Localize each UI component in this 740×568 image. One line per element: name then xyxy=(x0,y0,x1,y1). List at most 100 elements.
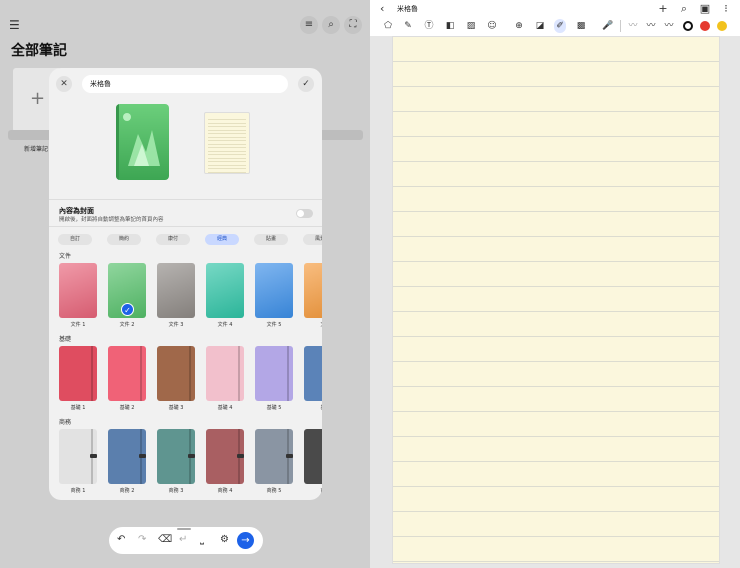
search-icon[interactable]: ⌕ xyxy=(322,16,340,34)
expand-icon[interactable]: ⛶ xyxy=(344,16,362,34)
color-yellow-swatch[interactable] xyxy=(717,21,727,31)
stroke-medium-icon[interactable]: 〰 xyxy=(645,19,657,33)
toolbar-separator xyxy=(620,20,621,32)
shapes-icon[interactable]: ◧ xyxy=(444,19,456,33)
pen-tool-icon[interactable]: ✎ xyxy=(402,19,414,33)
ruled-line xyxy=(393,561,719,562)
paper-line xyxy=(208,171,246,173)
redo-icon[interactable]: ↷ xyxy=(138,534,146,546)
highlighter-icon[interactable]: ✐ xyxy=(554,19,566,33)
cover-caption: 商 xyxy=(304,487,322,494)
cover-option[interactable]: 基礎 4 xyxy=(206,346,244,411)
pattern-icon[interactable]: ▩ xyxy=(575,19,587,33)
zoom-icon[interactable]: ⊕ xyxy=(513,19,525,33)
lined-page[interactable] xyxy=(392,36,720,564)
back-icon[interactable]: ‹ xyxy=(380,2,384,15)
paper-line xyxy=(208,147,246,148)
cover-option[interactable]: 基礎 5 xyxy=(255,346,293,411)
category-chip[interactable]: 簡約 xyxy=(107,234,141,245)
cover-clasp xyxy=(139,454,146,458)
cover-option[interactable]: 基礎 2 xyxy=(108,346,146,411)
paper-line xyxy=(208,136,246,138)
cover-option[interactable]: 商 xyxy=(304,429,322,494)
cover-caption: 商務 2 xyxy=(119,488,135,494)
cover-option[interactable]: 商務 4 xyxy=(206,429,244,494)
microphone-icon[interactable]: 🎤 xyxy=(602,19,614,33)
cover-option[interactable]: 商務 2 xyxy=(108,429,146,494)
cover-thumbnail xyxy=(59,346,97,401)
cover-thumbnail xyxy=(206,346,244,401)
cover-caption: 基礎 4 xyxy=(217,405,233,411)
note-name-input[interactable] xyxy=(82,75,288,93)
category-chip[interactable]: 康付 xyxy=(156,234,190,245)
eraser-icon[interactable]: ◪ xyxy=(534,19,546,33)
send-icon[interactable]: → xyxy=(237,532,254,549)
cover-caption: 文件 3 xyxy=(168,322,184,328)
ruled-line xyxy=(393,111,719,112)
cover-option[interactable]: 基礎 3 xyxy=(157,346,195,411)
cover-option[interactable]: 商務 5 xyxy=(255,429,293,494)
category-chip[interactable]: 經典 xyxy=(205,234,239,245)
cover-band xyxy=(189,346,191,401)
cover-option[interactable]: 文件 4 xyxy=(206,263,244,328)
category-chip[interactable]: 風景 xyxy=(303,234,322,245)
cover-picker-dialog: ✕ ✓ 內容為封面 開啟後，封面將自動調整為筆記的首頁內容 自訂簡約 xyxy=(49,68,322,500)
color-red-swatch[interactable] xyxy=(700,21,710,31)
color-black-swatch[interactable] xyxy=(683,21,693,31)
more-icon[interactable]: ⁝ xyxy=(720,2,732,16)
cover-option[interactable]: 文件 3 xyxy=(157,263,195,328)
input-toolbar: ↶ ↷ ⌫ ↵ ⎵ ⚙ → xyxy=(109,527,263,554)
image-icon[interactable]: ▨ xyxy=(465,19,477,33)
list-icon[interactable]: ≡ xyxy=(300,16,318,34)
undo-icon[interactable]: ↶ xyxy=(117,534,125,546)
confirm-icon[interactable]: ✓ xyxy=(298,76,314,92)
cover-clasp xyxy=(237,454,244,458)
sticker-icon[interactable]: ☺ xyxy=(486,19,498,33)
cover-thumbnail xyxy=(304,346,322,401)
cover-caption: 文 xyxy=(304,321,322,328)
ruled-line xyxy=(393,86,719,87)
cover-caption: 基礎 5 xyxy=(266,405,282,411)
ruled-line xyxy=(393,361,719,362)
cover-option[interactable]: 基 xyxy=(304,346,322,411)
text-box-icon[interactable]: Ⓣ xyxy=(423,19,435,33)
cover-caption: 基 xyxy=(304,404,322,411)
drag-handle[interactable] xyxy=(177,528,191,530)
settings-icon[interactable]: ⚙ xyxy=(220,534,229,546)
search-icon[interactable]: ⌕ xyxy=(678,2,690,16)
cover-thumbnail xyxy=(59,263,97,318)
cover-thumbnail xyxy=(108,346,146,401)
stroke-thick-icon[interactable]: 〰 xyxy=(663,19,675,33)
cover-setting-toggle[interactable] xyxy=(296,209,313,218)
cover-option[interactable]: 基礎 1 xyxy=(59,346,97,411)
cover-option[interactable]: 文件 5 xyxy=(255,263,293,328)
category-chip[interactable]: 貼畫 xyxy=(254,234,288,245)
backspace-icon[interactable]: ⌫ xyxy=(158,534,172,546)
cover-thumbnail xyxy=(59,429,97,484)
cover-section-label: 商務 xyxy=(59,419,72,426)
cover-thumbnail xyxy=(206,263,244,318)
cover-option[interactable]: 文 xyxy=(304,263,322,328)
add-page-icon[interactable]: + xyxy=(657,2,669,16)
cover-option[interactable]: 商務 3 xyxy=(157,429,195,494)
lasso-icon[interactable]: ⬠ xyxy=(382,19,394,33)
cover-option[interactable]: 商務 1 xyxy=(59,429,97,494)
close-icon[interactable]: ✕ xyxy=(56,76,72,92)
stroke-thin-icon[interactable]: 〰 xyxy=(627,19,639,33)
ruled-line xyxy=(393,386,719,387)
ruled-line xyxy=(393,411,719,412)
paper-line xyxy=(208,126,246,127)
layout-icon[interactable]: ▣ xyxy=(699,2,711,16)
canvas-area xyxy=(370,36,740,568)
cover-option[interactable]: 文件 1 xyxy=(59,263,97,328)
space-icon[interactable]: ⎵ xyxy=(200,534,204,546)
notes-list-pane: ☰ ≡ ⌕ ⛶ 全部筆記 + 新增筆記 ✕ ✓ xyxy=(0,0,370,568)
line-break-icon[interactable]: ↵ xyxy=(179,534,187,546)
cover-option[interactable]: ✓ 文件 2 xyxy=(108,263,146,328)
menu-icon[interactable]: ☰ xyxy=(9,19,23,31)
paper-line xyxy=(208,161,246,162)
category-chip[interactable]: 自訂 xyxy=(58,234,92,245)
cover-caption: 文件 1 xyxy=(70,322,86,328)
paper-line xyxy=(208,154,246,155)
cover-caption: 商務 1 xyxy=(70,488,86,494)
